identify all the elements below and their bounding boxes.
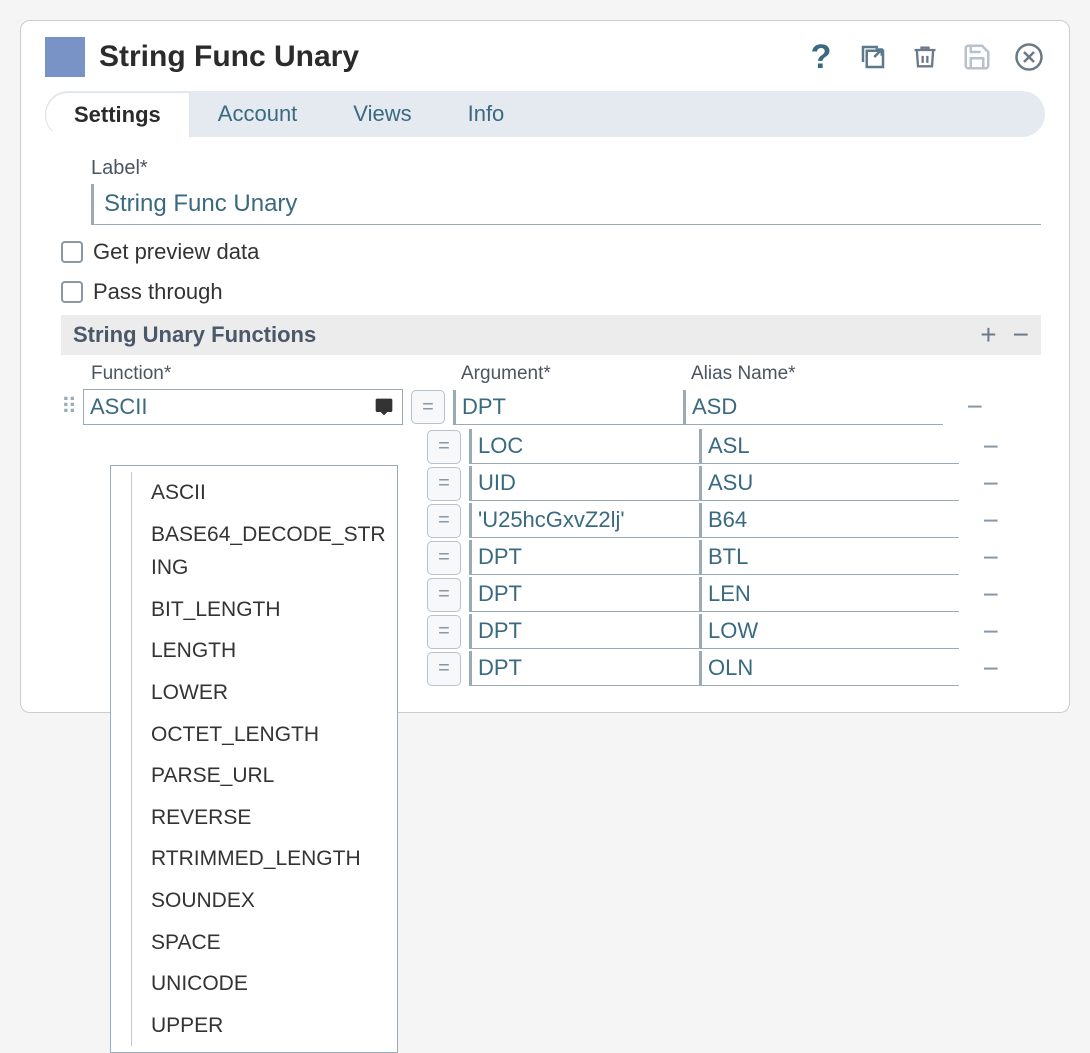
- argument-input[interactable]: [469, 651, 699, 686]
- drag-handle-icon[interactable]: ⠿: [55, 394, 83, 420]
- equals-button[interactable]: =: [427, 430, 461, 464]
- alias-input[interactable]: [699, 466, 959, 501]
- dialog-toolbar: ?: [805, 41, 1045, 73]
- row-remove-icon[interactable]: −: [959, 470, 999, 498]
- dropdown-option[interactable]: UPPER: [111, 1005, 397, 1047]
- dropdown-option[interactable]: RTRIMMED_LENGTH: [111, 838, 397, 880]
- dropdown-option[interactable]: BASE64_DECODE_STRING: [111, 514, 397, 589]
- dropdown-option[interactable]: UNICODE: [111, 963, 397, 1005]
- label-field-label: Label*: [91, 157, 1041, 180]
- dropdown-option[interactable]: LOWER: [111, 672, 397, 714]
- argument-input[interactable]: [469, 577, 699, 612]
- argument-input[interactable]: [469, 466, 699, 501]
- col-argument: Argument*: [461, 363, 691, 385]
- alias-input[interactable]: [699, 614, 959, 649]
- tab-bar: Settings Account Views Info: [45, 91, 1045, 137]
- table-row: = −: [419, 429, 1041, 464]
- remove-row-icon[interactable]: −: [1013, 321, 1029, 349]
- dropdown-option[interactable]: SOUNDEX: [111, 880, 397, 922]
- table-row: = −: [419, 614, 1041, 649]
- argument-input[interactable]: [469, 503, 699, 538]
- col-alias: Alias Name*: [691, 363, 951, 385]
- dialog-header: String Func Unary ?: [21, 21, 1069, 91]
- dropdown-option[interactable]: PARSE_URL: [111, 755, 397, 797]
- argument-input[interactable]: [469, 614, 699, 649]
- alias-input[interactable]: [699, 577, 959, 612]
- tab-views[interactable]: Views: [325, 91, 439, 137]
- alias-input[interactable]: [699, 503, 959, 538]
- table-row: = −: [419, 540, 1041, 575]
- equals-button[interactable]: =: [427, 504, 461, 538]
- dropdown-option[interactable]: ASCII: [111, 472, 397, 514]
- col-function: Function*: [91, 363, 411, 385]
- row-remove-icon[interactable]: −: [959, 433, 999, 461]
- argument-input[interactable]: [469, 540, 699, 575]
- table-row: = −: [419, 503, 1041, 538]
- equals-button[interactable]: =: [427, 615, 461, 649]
- table-row: = −: [419, 651, 1041, 686]
- function-input[interactable]: [84, 390, 402, 424]
- save-icon[interactable]: [961, 41, 993, 73]
- equals-button[interactable]: =: [427, 541, 461, 575]
- alias-input[interactable]: [683, 390, 943, 425]
- rows-continued: = − = − = − = −: [419, 429, 1041, 686]
- equals-button[interactable]: =: [427, 467, 461, 501]
- table-row: ⠿ = −: [55, 387, 1041, 427]
- label-input[interactable]: [91, 184, 1041, 225]
- dropdown-option[interactable]: BIT_LENGTH: [111, 589, 397, 631]
- alias-input[interactable]: [699, 651, 959, 686]
- argument-input[interactable]: [453, 390, 683, 425]
- tab-info[interactable]: Info: [440, 91, 533, 137]
- alias-input[interactable]: [699, 540, 959, 575]
- equals-button[interactable]: =: [411, 390, 445, 424]
- row-remove-icon[interactable]: −: [959, 544, 999, 572]
- popout-icon[interactable]: [857, 41, 889, 73]
- passthrough-checkbox-label: Pass through: [93, 279, 223, 305]
- dropdown-option[interactable]: REVERSE: [111, 797, 397, 839]
- preview-checkbox-label: Get preview data: [93, 239, 259, 265]
- dropdown-option[interactable]: OCTET_LENGTH: [111, 714, 397, 756]
- suggestion-icon[interactable]: [374, 397, 394, 417]
- dropdown-option[interactable]: SPACE: [111, 922, 397, 964]
- argument-input[interactable]: [469, 429, 699, 464]
- equals-button[interactable]: =: [427, 578, 461, 612]
- section-header: String Unary Functions + −: [61, 315, 1041, 355]
- close-icon[interactable]: [1013, 41, 1045, 73]
- dropdown-option[interactable]: LENGTH: [111, 630, 397, 672]
- help-icon[interactable]: ?: [805, 41, 837, 73]
- section-title: String Unary Functions: [73, 322, 980, 348]
- row-remove-icon[interactable]: −: [959, 581, 999, 609]
- add-row-icon[interactable]: +: [980, 321, 996, 349]
- table-row: = −: [419, 577, 1041, 612]
- passthrough-checkbox[interactable]: [61, 281, 83, 303]
- row-remove-icon[interactable]: −: [959, 507, 999, 535]
- table-row: = −: [419, 466, 1041, 501]
- row-remove-icon[interactable]: −: [943, 393, 983, 421]
- color-swatch: [45, 37, 85, 77]
- trash-icon[interactable]: [909, 41, 941, 73]
- function-dropdown: ASCII BASE64_DECODE_STRING BIT_LENGTH LE…: [110, 465, 398, 1053]
- dialog-title: String Func Unary: [99, 40, 791, 74]
- alias-input[interactable]: [699, 429, 959, 464]
- row-remove-icon[interactable]: −: [959, 618, 999, 646]
- grid-header: Function* Argument* Alias Name*: [91, 363, 1041, 385]
- tab-account[interactable]: Account: [190, 91, 326, 137]
- equals-button[interactable]: =: [427, 652, 461, 686]
- tab-settings[interactable]: Settings: [45, 92, 190, 138]
- row-remove-icon[interactable]: −: [959, 655, 999, 683]
- preview-checkbox[interactable]: [61, 241, 83, 263]
